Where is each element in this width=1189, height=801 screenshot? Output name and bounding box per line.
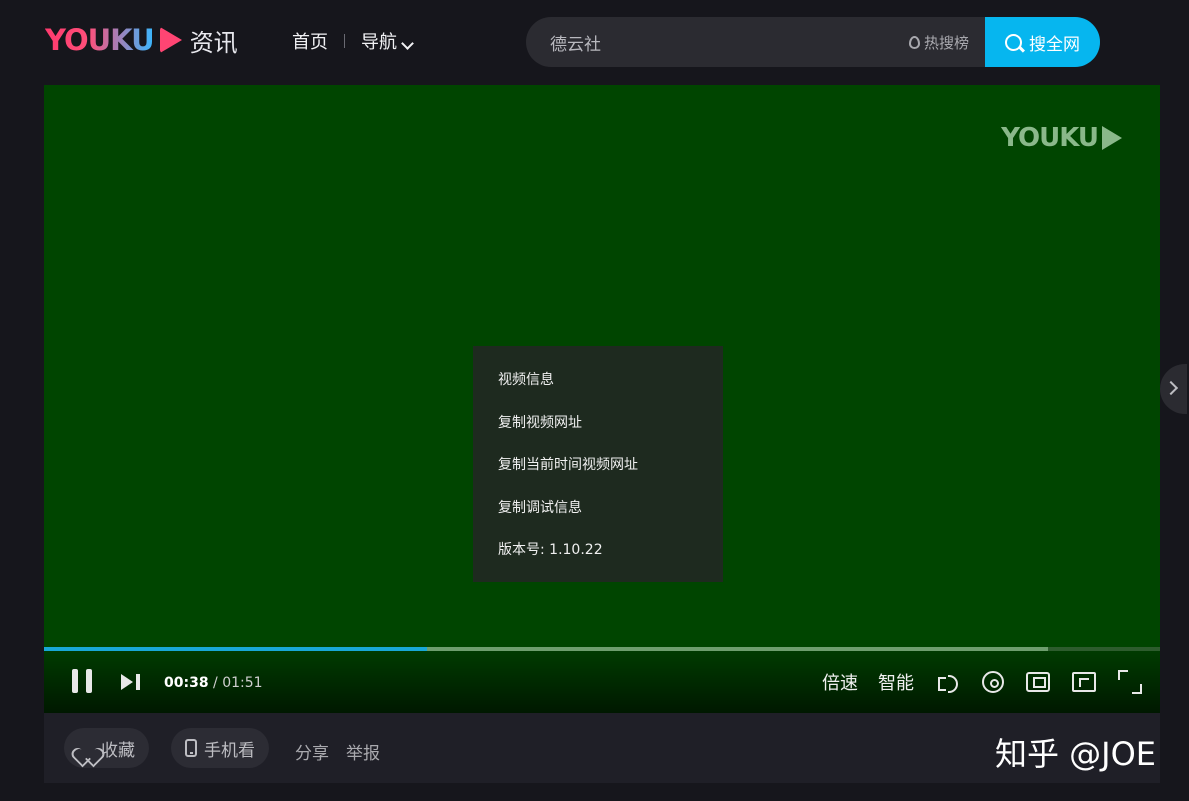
- context-menu: 视频信息 复制视频网址 复制当前时间视频网址 复制调试信息 版本号: 1.10.…: [473, 346, 723, 582]
- top-nav: 首页 导航: [292, 28, 414, 54]
- phone-icon: [185, 739, 197, 757]
- nav-guide[interactable]: 导航: [361, 28, 414, 54]
- current-time: 00:38: [164, 675, 209, 691]
- flame-icon: [908, 35, 920, 49]
- total-time: 01:51: [222, 675, 263, 691]
- youku-logo[interactable]: YOUKU 资讯: [45, 22, 238, 58]
- search-input[interactable]: [526, 17, 909, 67]
- logo-text: YOUKU: [45, 23, 155, 57]
- favorite-button[interactable]: 收藏: [64, 728, 149, 768]
- control-bar: 00:38 / 01:51 倍速 智能: [44, 651, 1160, 713]
- widescreen-icon[interactable]: [1072, 672, 1096, 692]
- report-link[interactable]: 举报: [346, 739, 380, 764]
- chevron-down-icon: [401, 37, 414, 50]
- volume-icon[interactable]: [936, 670, 960, 694]
- hot-search-label: 热搜榜: [923, 33, 969, 52]
- play-logo-icon: [159, 27, 182, 53]
- menu-item-video-info[interactable]: 视频信息: [473, 366, 723, 409]
- menu-item-copy-time-url[interactable]: 复制当前时间视频网址: [473, 451, 723, 494]
- video-player[interactable]: YOUKU 视频信息 复制视频网址 复制当前时间视频网址 复制调试信息 版本号:…: [44, 85, 1160, 713]
- video-watermark: YOUKU: [1001, 123, 1122, 153]
- pip-icon[interactable]: [1026, 672, 1050, 692]
- watermark-play-icon: [1102, 126, 1122, 150]
- search-bar: 热搜榜 搜全网: [526, 17, 1100, 67]
- menu-item-copy-debug[interactable]: 复制调试信息: [473, 494, 723, 537]
- time-separator: /: [208, 675, 223, 691]
- search-button-label: 搜全网: [1029, 34, 1080, 55]
- nav-home[interactable]: 首页: [292, 28, 328, 54]
- search-button[interactable]: 搜全网: [985, 17, 1100, 67]
- menu-item-version: 版本号: 1.10.22: [498, 542, 603, 558]
- speed-button[interactable]: 倍速: [822, 669, 858, 695]
- mobile-label: 手机看: [204, 740, 255, 761]
- favorite-label: 收藏: [101, 740, 135, 761]
- settings-icon[interactable]: [982, 671, 1004, 693]
- heart-icon: [78, 740, 96, 756]
- side-expand-arrow-icon[interactable]: [1160, 364, 1187, 414]
- fullscreen-icon[interactable]: [1118, 670, 1142, 694]
- menu-item-copy-url[interactable]: 复制视频网址: [473, 409, 723, 452]
- nav-divider: [344, 34, 345, 48]
- control-right-group: 倍速 智能: [822, 669, 1142, 695]
- pause-icon[interactable]: [72, 669, 92, 693]
- nav-guide-label: 导航: [361, 32, 397, 53]
- next-icon[interactable]: [121, 674, 141, 690]
- mobile-watch-button[interactable]: 手机看: [171, 728, 269, 768]
- logo-subtitle: 资讯: [189, 28, 238, 57]
- quality-button[interactable]: 智能: [878, 669, 914, 695]
- watermark-text: YOUKU: [1001, 123, 1099, 153]
- top-bar: YOUKU 资讯 首页 导航 热搜榜 搜全网: [0, 0, 1189, 85]
- zhihu-watermark: 知乎 @JOE: [994, 735, 1156, 773]
- hot-search-link[interactable]: 热搜榜: [908, 32, 969, 53]
- action-bar: 收藏 手机看 分享 举报 知乎 @JOE: [44, 713, 1160, 783]
- search-icon: [1005, 33, 1022, 51]
- time-display: 00:38 / 01:51: [164, 675, 263, 691]
- share-link[interactable]: 分享: [295, 739, 329, 764]
